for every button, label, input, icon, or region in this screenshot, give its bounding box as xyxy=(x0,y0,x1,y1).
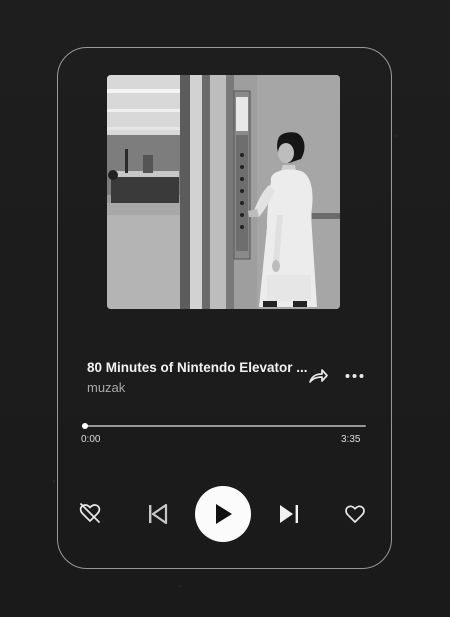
heart-slash-icon[interactable] xyxy=(78,502,102,524)
play-button[interactable] xyxy=(195,486,251,542)
progress-bar[interactable] xyxy=(82,423,366,429)
album-art-photo xyxy=(107,75,340,309)
time-total: 3:35 xyxy=(341,434,361,445)
progress-handle[interactable] xyxy=(82,423,88,429)
track-title: 80 Minutes of Nintendo Elevator ... xyxy=(87,360,308,375)
artist-name[interactable]: muzak xyxy=(87,380,125,395)
skip-next-icon[interactable] xyxy=(278,503,300,525)
share-icon[interactable] xyxy=(307,366,329,386)
more-options-icon[interactable] xyxy=(344,366,366,386)
music-player-card: 80 Minutes of Nintendo Elevator ... muza… xyxy=(57,47,392,569)
play-icon xyxy=(216,504,232,524)
time-current: 0:00 xyxy=(81,434,101,445)
skip-previous-icon[interactable] xyxy=(147,503,169,525)
heart-icon[interactable] xyxy=(344,503,366,525)
album-art xyxy=(107,75,340,309)
